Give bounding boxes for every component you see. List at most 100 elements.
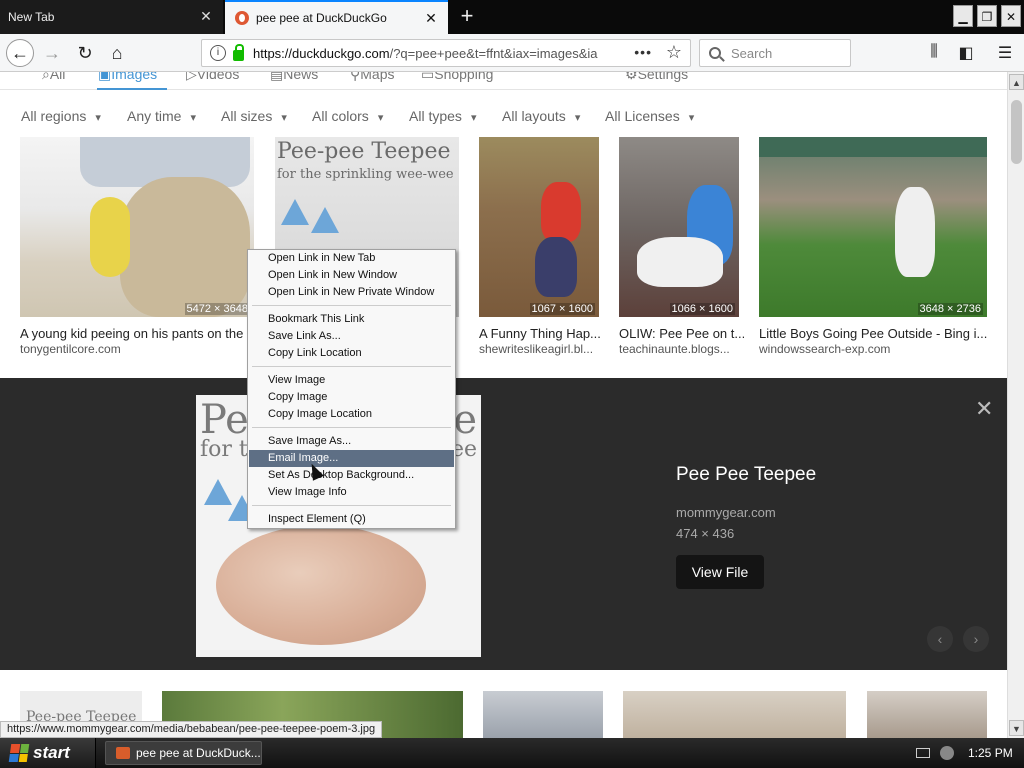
menu-save-image-as[interactable]: Save Image As... (249, 433, 454, 450)
menu-copy-image[interactable]: Copy Image (249, 389, 454, 406)
image-result-thumbnail[interactable]: 5472 × 3648 (20, 137, 254, 317)
library-icon[interactable]: ⫼ (924, 43, 944, 63)
menu-email-image[interactable]: Email Image... (249, 450, 454, 467)
image-dimensions: 1066 × 1600 (669, 303, 735, 315)
view-file-button[interactable]: View File (676, 555, 764, 589)
detail-dimensions: 474 × 436 (676, 526, 735, 541)
url-bar[interactable]: i https://duckduckgo.com/?q=pee+pee&t=ff… (201, 39, 691, 67)
image-dimensions: 1067 × 1600 (529, 303, 595, 315)
tab-title: pee pee at DuckDuckGo (256, 11, 387, 25)
search-icon (709, 47, 721, 59)
nav-news[interactable]: ▤ News (270, 72, 318, 83)
image-result-thumbnail[interactable]: 3648 × 2736 (759, 137, 987, 317)
lock-icon[interactable] (233, 43, 244, 61)
tab-new-tab[interactable]: New Tab ✕ (0, 0, 223, 34)
start-button[interactable]: start (0, 738, 96, 768)
image-result-thumbnail[interactable]: 1067 × 1600 (479, 137, 599, 317)
context-menu: Open Link in New Tab Open Link in New Wi… (247, 249, 456, 529)
previous-image-icon[interactable]: ‹ (927, 626, 953, 652)
back-arrow-icon[interactable]: ← (6, 39, 34, 67)
filter-layouts[interactable]: All layouts (502, 108, 580, 124)
image-detail-panel: Pee for t ee ee Pee Pee Teepee mommygear… (0, 378, 1007, 670)
scroll-down-arrow-icon[interactable]: ▼ (1009, 720, 1024, 736)
close-window-icon[interactable]: ✕ (1001, 5, 1021, 27)
page-actions-icon[interactable]: ••• (634, 44, 652, 60)
home-icon[interactable]: ⌂ (103, 39, 131, 67)
trampoline-shape (759, 137, 987, 157)
sidebar-icon[interactable]: ◧ (956, 43, 976, 63)
result-source[interactable]: shewriteslikeagirl.bl... (479, 342, 604, 356)
url-text[interactable]: https://duckduckgo.com/?q=pee+pee&t=ffnt… (253, 46, 623, 61)
menu-view-image[interactable]: View Image (249, 372, 454, 389)
image-result-thumbnail[interactable] (623, 691, 846, 738)
menu-set-desktop-background[interactable]: Set As Desktop Background... (249, 467, 454, 484)
restore-window-icon[interactable]: ❐ (977, 5, 997, 27)
shirt-shape (541, 182, 581, 242)
url-host: https://duckduckgo.com (253, 45, 390, 61)
result-source[interactable]: windowssearch-exp.com (759, 342, 987, 356)
filter-licenses[interactable]: All Licenses (605, 108, 694, 124)
search-input[interactable]: Search (699, 39, 851, 67)
menu-save-link-as[interactable]: Save Link As... (249, 328, 454, 345)
result-title[interactable]: Little Boys Going Pee Outside - Bing i..… (759, 326, 987, 341)
thumbnail-subtext: for the sprinkling wee-wee (277, 167, 454, 182)
hamburger-menu-icon[interactable]: ☰ (995, 43, 1015, 63)
new-tab-plus-icon[interactable]: + (454, 4, 480, 30)
tab-title: New Tab (8, 10, 55, 24)
detail-source[interactable]: mommygear.com (676, 505, 776, 520)
nav-settings[interactable]: ⚙ Settings (625, 72, 688, 83)
nav-images[interactable]: ▣ Images (98, 72, 157, 83)
result-title[interactable]: OLIW: Pee Pee on t... (619, 326, 744, 341)
pants-shape (120, 177, 250, 317)
menu-inspect-element[interactable]: Inspect Element (Q) (249, 511, 454, 528)
menu-open-link-new-tab[interactable]: Open Link in New Tab (249, 250, 454, 267)
image-result-thumbnail[interactable] (867, 691, 987, 738)
close-tab-icon[interactable]: ✕ (199, 9, 213, 23)
result-title[interactable]: A young kid peeing on his pants on the .… (20, 326, 250, 341)
menu-separator (252, 366, 451, 367)
next-image-icon[interactable]: › (963, 626, 989, 652)
menu-open-link-private-window[interactable]: Open Link in New Private Window (249, 284, 454, 301)
image-dimensions: 5472 × 3648 (184, 303, 250, 315)
result-source[interactable]: teachinaunte.blogs... (619, 342, 744, 356)
close-detail-icon[interactable]: ✕ (975, 396, 993, 422)
taskbar-firefox-item[interactable]: pee pee at DuckDuck... (105, 741, 262, 765)
taskbar-item-label: pee pee at DuckDuck... (136, 746, 261, 760)
image-result-thumbnail[interactable] (483, 691, 603, 738)
close-tab-icon[interactable]: ✕ (424, 11, 438, 25)
tab-duckduckgo[interactable]: pee pee at DuckDuckGo ✕ (225, 0, 448, 34)
nav-all[interactable]: ⌕ All (42, 72, 65, 83)
pants-shape (535, 237, 577, 297)
child-shape (895, 187, 935, 277)
keyboard-icon[interactable] (916, 748, 930, 758)
baby-shape (216, 525, 426, 645)
filter-types[interactable]: All types (409, 108, 477, 124)
filter-time[interactable]: Any time (127, 108, 196, 124)
menu-view-image-info[interactable]: View Image Info (249, 484, 454, 501)
site-info-icon[interactable]: i (210, 45, 226, 61)
page-scrollbar[interactable]: ▲ ▼ (1007, 72, 1024, 738)
volume-icon[interactable] (940, 746, 954, 760)
filter-sizes[interactable]: All sizes (221, 108, 287, 124)
filter-colors[interactable]: All colors (312, 108, 383, 124)
menu-copy-link-location[interactable]: Copy Link Location (249, 345, 454, 362)
nav-shopping[interactable]: ▭ Shopping (421, 72, 493, 83)
bookmark-star-icon[interactable]: ☆ (666, 42, 682, 63)
system-tray: 1:25 PM (908, 738, 1024, 768)
filter-regions[interactable]: All regions (21, 108, 101, 124)
menu-copy-image-location[interactable]: Copy Image Location (249, 406, 454, 423)
clock[interactable]: 1:25 PM (968, 746, 1013, 760)
nav-videos[interactable]: ▷ Videos (186, 72, 239, 83)
reload-icon[interactable]: ↻ (71, 39, 99, 67)
menu-open-link-new-window[interactable]: Open Link in New Window (249, 267, 454, 284)
forward-arrow-icon[interactable]: → (38, 39, 66, 67)
scrollbar-thumb[interactable] (1011, 100, 1022, 164)
result-source[interactable]: tonygentilcore.com (20, 342, 250, 356)
minimize-window-icon[interactable]: ▁ (953, 5, 973, 27)
result-title[interactable]: A Funny Thing Hap... (479, 326, 604, 341)
nav-maps[interactable]: ⚲ Maps (350, 72, 395, 83)
page-content: ⌕ All ▣ Images ▷ Videos ▤ News ⚲ Maps ▭ … (0, 72, 1007, 738)
menu-bookmark-link[interactable]: Bookmark This Link (249, 311, 454, 328)
scroll-up-arrow-icon[interactable]: ▲ (1009, 74, 1024, 90)
image-result-thumbnail[interactable]: 1066 × 1600 (619, 137, 739, 317)
